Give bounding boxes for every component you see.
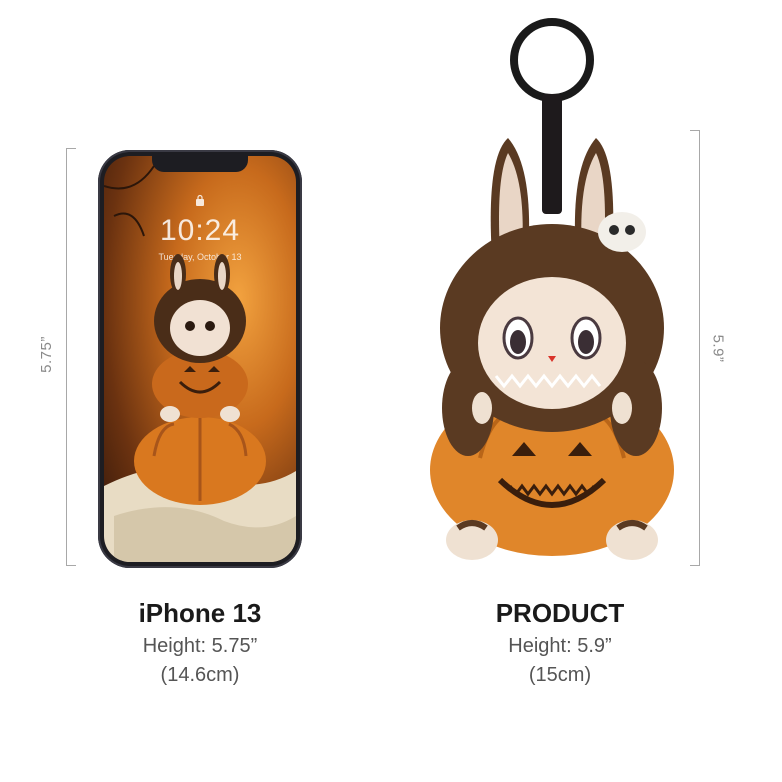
caption-metric-product: (15cm) (528, 664, 592, 686)
phone-screen: 10:24 Tuesday, October 13 (104, 156, 296, 562)
caption-title-iphone: iPhone 13 (138, 598, 262, 628)
caption-product: PRODUCT Height: 5.9” (15cm) (410, 598, 710, 687)
caption-iphone: iPhone 13 Height: 5.75” (14.6cm) (50, 598, 350, 687)
caption-height-iphone: Height: 5.75” (142, 635, 258, 657)
product-plush-keychain-image (430, 18, 674, 560)
iphone-13-image: 10:24 Tuesday, October 13 (98, 150, 302, 568)
caption-title-product: PRODUCT (495, 598, 625, 628)
dimension-label-right: 5.9” (709, 334, 727, 363)
height-bracket-right (690, 130, 700, 566)
caption-height-product: Height: 5.9” (508, 635, 612, 657)
wallpaper-figure-illustration (104, 165, 296, 562)
dimension-label-left: 5.75” (37, 336, 55, 373)
caption-metric-iphone: (14.6cm) (160, 664, 240, 686)
height-bracket-left (66, 148, 76, 566)
